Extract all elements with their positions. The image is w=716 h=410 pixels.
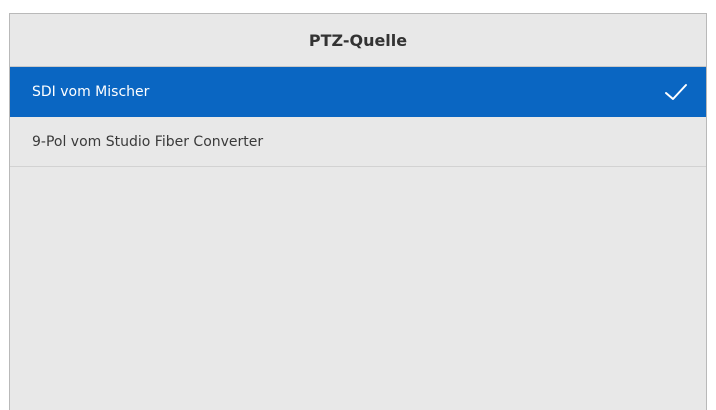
option-label: SDI vom Mischer [32, 83, 150, 100]
ptz-source-dialog: PTZ-Quelle SDI vom Mischer 9-Pol vom Stu… [9, 13, 707, 410]
checkmark-icon [662, 78, 690, 106]
dialog-title: PTZ-Quelle [308, 30, 408, 50]
option-9-pol-studio-fiber-converter[interactable]: 9-Pol vom Studio Fiber Converter [10, 117, 706, 167]
source-option-list: SDI vom Mischer 9-Pol vom Studio Fiber C… [10, 67, 706, 167]
option-label: 9-Pol vom Studio Fiber Converter [32, 133, 264, 150]
option-sdi-vom-mischer[interactable]: SDI vom Mischer [10, 67, 706, 117]
dialog-header: PTZ-Quelle [10, 14, 706, 67]
